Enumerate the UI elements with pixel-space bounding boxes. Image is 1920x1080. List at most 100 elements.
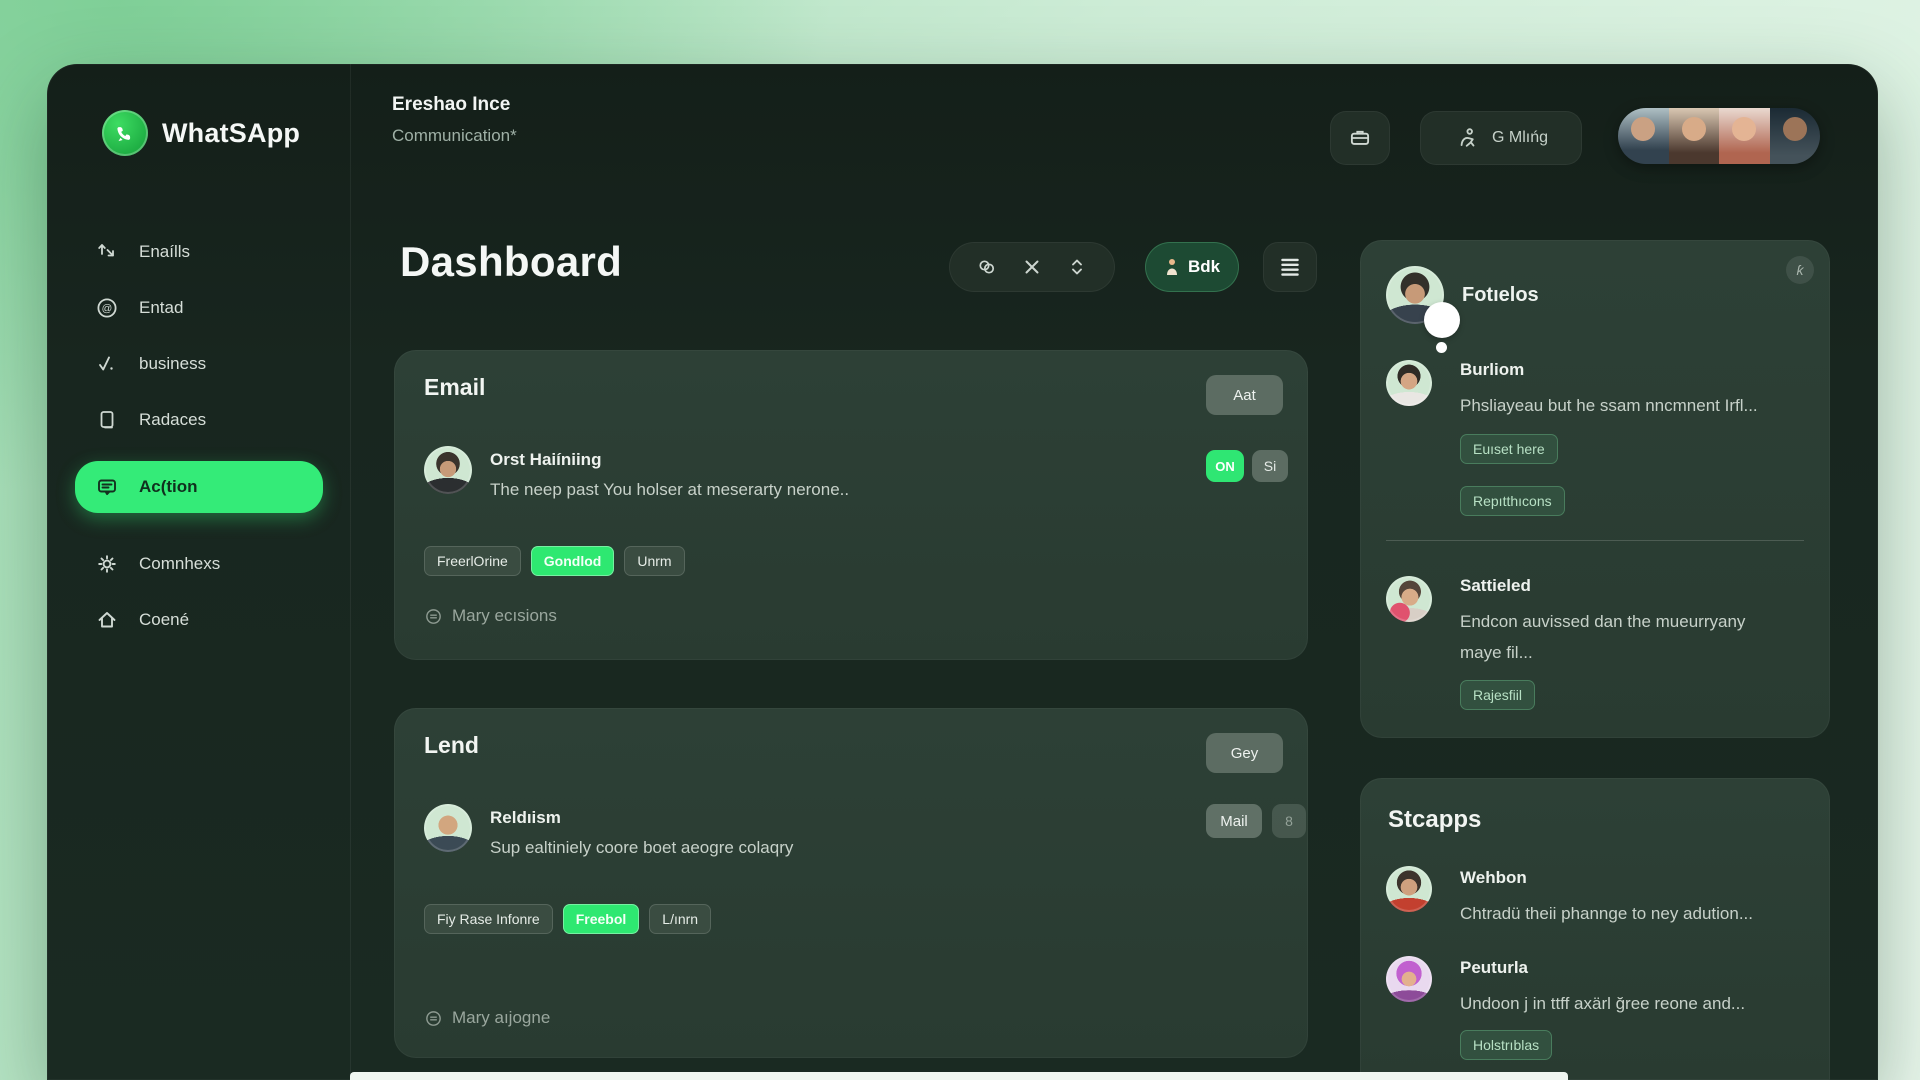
email-card-title: Email <box>424 374 485 401</box>
check-icon <box>95 352 119 376</box>
contact-avatar <box>1386 866 1432 912</box>
tag[interactable]: FreerlOrine <box>424 546 521 576</box>
ming-button[interactable]: G Mlıńg <box>1420 111 1582 165</box>
on-badge: ON <box>1206 450 1244 482</box>
circle-lines-icon <box>424 1009 443 1028</box>
avatar <box>1719 108 1770 164</box>
chat-icon <box>95 475 119 499</box>
contact-tag[interactable]: Rajesfiil <box>1460 680 1535 710</box>
mail-badge: Mail <box>1206 804 1262 838</box>
sidebar-item-enaills[interactable]: Enaílls <box>75 229 323 275</box>
contact-avatar <box>1386 956 1432 1002</box>
speech-bubble-dot <box>1436 342 1447 353</box>
partial-badge: 8 <box>1272 804 1306 838</box>
bottom-scroll-strip[interactable] <box>350 1072 1568 1080</box>
contact-message: Phsliayeau but he ssam nncmnent Irfl... <box>1460 390 1812 421</box>
contact-avatar <box>1386 576 1432 622</box>
brand-logo: WhatSApp <box>102 110 300 156</box>
email-tags: FreerlOrine Gondlod Unrm <box>424 546 685 576</box>
sidebar-item-business[interactable]: business <box>75 341 323 387</box>
sidebar-item-label: Comnhexs <box>139 554 220 574</box>
bdk-button[interactable]: Bdk <box>1145 242 1239 292</box>
document-icon <box>95 408 119 432</box>
menu-button[interactable] <box>1263 242 1317 292</box>
lend-footer-label: Mary aıjogne <box>452 1008 550 1028</box>
sidebar-item-label: Ac(tion <box>139 477 198 497</box>
sidebar-item-label: Enaílls <box>139 242 190 262</box>
sidebar-item-label: Coené <box>139 610 189 630</box>
contact-name: Burliom <box>1460 360 1524 380</box>
person-emoji-icon <box>1164 258 1180 276</box>
workspace-subtitle: Communication* <box>392 126 517 146</box>
gear-icon <box>95 552 119 576</box>
at-circle-icon: @ <box>95 296 119 320</box>
workspace-header: Ereshao Ince Communication* <box>392 94 517 146</box>
sidebar-item-label: Entad <box>139 298 183 318</box>
tag-green[interactable]: Freebol <box>563 904 640 934</box>
brand-name: WhatSApp <box>162 118 300 149</box>
email-card: Email Aat Orst Haiíniing The neep past Y… <box>394 350 1308 660</box>
dashboard-toolbar <box>949 242 1115 292</box>
svg-text:@: @ <box>102 303 113 315</box>
tag-green[interactable]: Gondlod <box>531 546 615 576</box>
contact-name: Peuturla <box>1460 958 1528 978</box>
lend-tags: Fiy Rase Infonre Freebol L/ınrn <box>424 904 711 934</box>
briefcase-button[interactable] <box>1330 111 1390 165</box>
briefcase-icon <box>1347 125 1373 151</box>
hamburger-icon <box>1277 254 1303 280</box>
sidebar-item-label: business <box>139 354 206 374</box>
aat-button[interactable]: Aat <box>1206 375 1283 415</box>
sender-name: Reldıism <box>490 808 561 828</box>
home-icon <box>95 608 119 632</box>
contact-message: Undoon j in ttff axärl ğree reone and... <box>1460 988 1812 1019</box>
arrows-icon <box>95 240 119 264</box>
scribble-icon[interactable] <box>975 255 999 279</box>
sender-avatar <box>424 446 472 494</box>
k-badge-icon[interactable]: ƙ <box>1786 256 1814 284</box>
si-badge: Si <box>1252 450 1288 482</box>
lend-preview: Sup ealtiniely coore boet aeogre colaqry <box>490 838 793 858</box>
sidebar-item-label: Radaces <box>139 410 206 430</box>
team-avatars[interactable] <box>1618 108 1820 164</box>
sidebar-item-coene[interactable]: Coené <box>75 597 323 643</box>
workspace-title: Ereshao Ince <box>392 94 517 116</box>
contact-tag[interactable]: Holstrıblas <box>1460 1030 1552 1060</box>
avatar <box>1618 108 1669 164</box>
contacts-card: Fotıelos ƙ Burliom Phsliayeau but he ssa… <box>1360 240 1830 738</box>
page-title: Dashboard <box>400 238 622 286</box>
bdk-button-label: Bdk <box>1188 257 1220 277</box>
lend-card: Lend Gey Reldıism Sup ealtiniely coore b… <box>394 708 1308 1058</box>
sidebar-item-comnhexs[interactable]: Comnhexs <box>75 541 323 587</box>
stcapps-card: Stcapps Wehbon Chtradü theii phannge to … <box>1360 778 1830 1080</box>
figure-icon <box>1454 125 1480 151</box>
sidebar-item-action[interactable]: Ac(tion <box>75 461 323 513</box>
contact-name: Wehbon <box>1460 868 1527 888</box>
contact-tag[interactable]: Euıset here <box>1460 434 1558 464</box>
app-window: WhatSApp Enaílls @ Entad <box>47 64 1878 1080</box>
gey-button[interactable]: Gey <box>1206 733 1283 773</box>
tag[interactable]: Unrm <box>624 546 684 576</box>
tag[interactable]: Fiy Rase Infonre <box>424 904 553 934</box>
avatar <box>1770 108 1821 164</box>
close-icon[interactable] <box>1020 255 1044 279</box>
sender-avatar <box>424 804 472 852</box>
email-footer: Mary ecısions <box>424 606 557 626</box>
whatsapp-logo-icon <box>102 110 148 156</box>
contact-message: Chtradü theii phannge to ney adution... <box>1460 898 1812 929</box>
contact-tag[interactable]: Repıtthıcons <box>1460 486 1565 516</box>
contact-message: Endcon auvissed dan the mueurryany maye … <box>1460 606 1776 668</box>
ming-button-label: G Mlıńg <box>1492 129 1548 147</box>
divider <box>1386 540 1804 541</box>
tag[interactable]: L/ınrn <box>649 904 711 934</box>
sidebar-nav: Enaílls @ Entad business <box>75 229 323 643</box>
contact-name: Sattieled <box>1460 576 1531 596</box>
sidebar-item-entad[interactable]: @ Entad <box>75 285 323 331</box>
sender-name: Orst Haiíniing <box>490 450 601 470</box>
avatar <box>1669 108 1720 164</box>
speech-bubble <box>1424 302 1460 338</box>
stcapps-card-title: Stcapps <box>1388 806 1481 834</box>
contacts-card-title: Fotıelos <box>1462 284 1539 307</box>
sort-icon[interactable] <box>1065 255 1089 279</box>
sidebar-item-radaces[interactable]: Radaces <box>75 397 323 443</box>
lend-card-title: Lend <box>424 732 479 759</box>
